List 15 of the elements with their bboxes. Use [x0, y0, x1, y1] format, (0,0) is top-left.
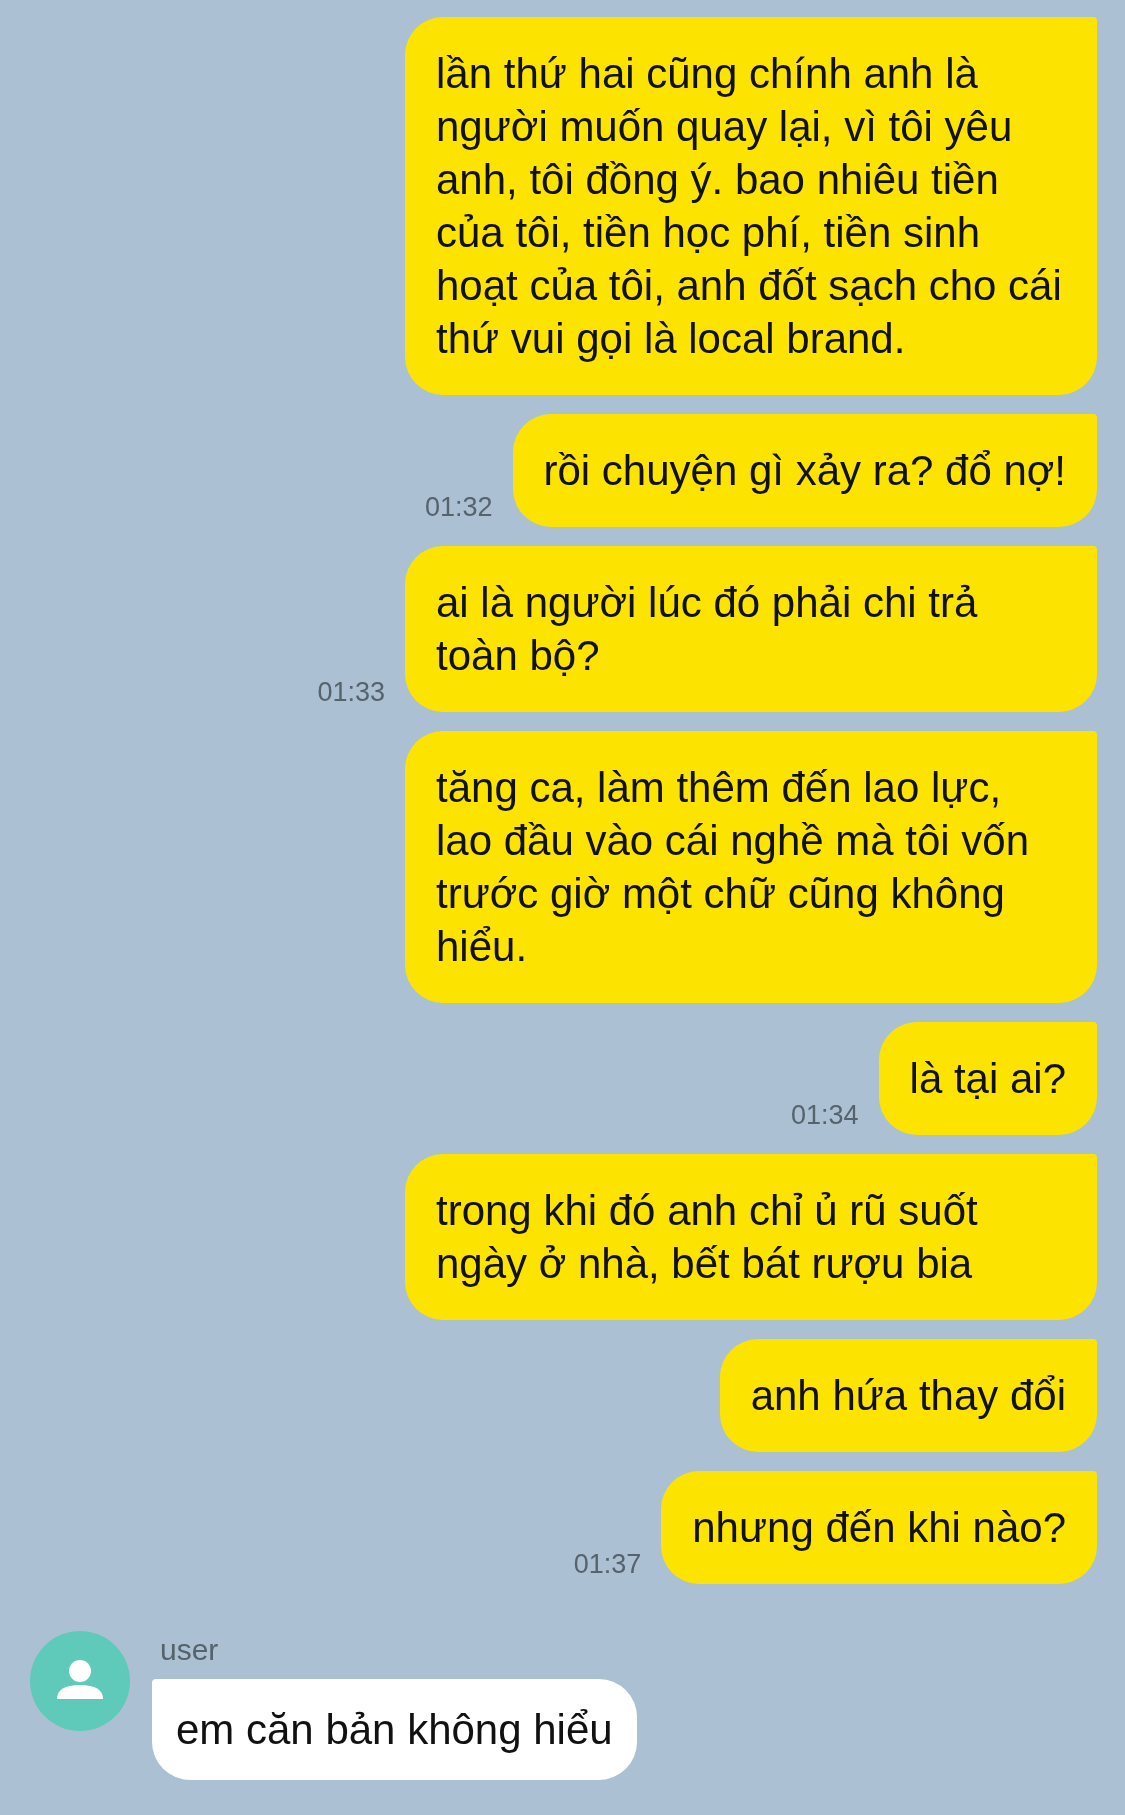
sender-name: user — [160, 1633, 219, 1667]
avatar-icon[interactable] — [30, 1631, 130, 1731]
sent-message-bubble: anh hứa thay đổi — [719, 1339, 1097, 1452]
received-message-bubble: em căn bản không hiểu — [152, 1679, 637, 1780]
message-time: 01:34 — [791, 1100, 859, 1131]
message-time: 01:33 — [317, 677, 385, 708]
sent-message-bubble: trong khi đó anh chỉ ủ rũ suốt ngày ở nhà, bết bát rượu bia — [405, 1154, 1097, 1320]
sent-message-bubble: lần thứ hai cũng chính anh là người muốn quay lại, vì tôi yêu anh, tôi đồng ý. bao nhiêu tiền của tôi, tiền học phí, tiền sinh hoạt của tôi, anh đốt sạch cho cái thứ vui gọi là local brand. — [405, 17, 1097, 395]
message-time: 01:37 — [573, 1549, 642, 1580]
sent-message-bubble: nhưng đến khi nào? — [661, 1471, 1097, 1584]
message-time: 01:32 — [424, 492, 493, 523]
sent-message-bubble: tăng ca, làm thêm đến lao lực, lao đầu vào cái nghề mà tôi vốn trước giờ một chữ cũng không hiểu. — [405, 731, 1097, 1003]
sent-message-bubble: ai là người lúc đó phải chi trả toàn bộ? — [405, 546, 1097, 712]
sent-message-bubble: rồi chuyện gì xảy ra? đổ nợ! — [512, 414, 1097, 527]
sent-message-bubble: là tại ai? — [878, 1022, 1097, 1135]
